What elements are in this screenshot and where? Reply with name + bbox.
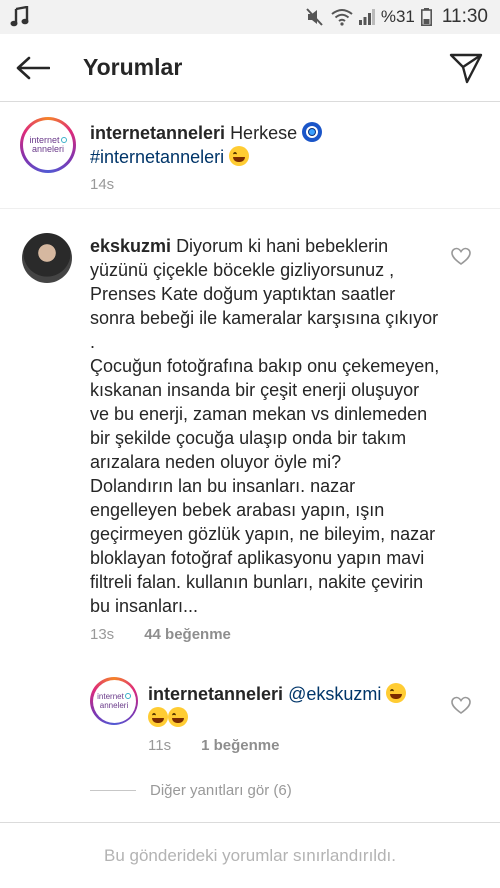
avatar[interactable]: internet anneleri xyxy=(20,117,76,173)
caption-text: internetanneleri Herkese #internetannele… xyxy=(90,121,480,169)
like-button[interactable] xyxy=(451,696,471,716)
laughing-emoji-icon xyxy=(386,683,407,703)
caption-username[interactable]: internetanneleri xyxy=(90,123,225,143)
comment-text: ekskuzmi Diyorum ki hani bebeklerin yüzü… xyxy=(90,234,440,618)
heart-outline-icon xyxy=(451,696,471,714)
like-button[interactable] xyxy=(451,247,471,267)
signal-icon xyxy=(358,9,375,25)
post-caption: internet anneleri internetanneleri Herke… xyxy=(0,103,500,209)
evil-eye-emoji-icon xyxy=(302,122,323,142)
restricted-text: Bu gönderideki yorumlar sınırlandırıldı. xyxy=(104,845,396,865)
laughing-emoji-icon xyxy=(148,707,168,727)
mute-icon xyxy=(306,8,323,26)
reply-username[interactable]: internetanneleri xyxy=(148,684,283,704)
clock: 11:30 xyxy=(441,6,488,27)
app-header: Yorumlar xyxy=(0,34,500,102)
music-note-icon xyxy=(10,6,29,27)
caption-meta: 14s xyxy=(90,176,114,193)
laughing-emoji-icon xyxy=(229,146,250,166)
reply-meta: 11s 1 beğenme xyxy=(148,737,279,754)
reply-text: internetanneleri @ekskuzmi xyxy=(148,682,438,730)
divider xyxy=(90,790,136,791)
reply-likes[interactable]: 1 beğenme xyxy=(201,737,279,754)
brand-logo: internet anneleri xyxy=(23,120,73,170)
comments-restricted-notice: Bu gönderideki yorumlar sınırlandırıldı. xyxy=(0,822,500,888)
comment-body: Diyorum ki hani bebeklerin yüzünü çiçekl… xyxy=(90,236,440,616)
back-button[interactable] xyxy=(0,34,66,102)
view-more-replies[interactable]: Diğer yanıtları gör (6) xyxy=(90,782,292,799)
comment-username[interactable]: ekskuzmi xyxy=(90,236,171,256)
view-replies-label: Diğer yanıtları gör (6) xyxy=(150,782,292,799)
page-title: Yorumlar xyxy=(83,54,183,80)
battery-percent: %31 xyxy=(380,7,415,26)
share-button[interactable] xyxy=(446,48,486,88)
battery-icon xyxy=(420,8,432,26)
avatar[interactable]: internet anneleri xyxy=(90,677,138,725)
hashtag-link[interactable]: #internetanneleri xyxy=(90,147,224,167)
paper-plane-icon xyxy=(449,53,483,84)
wifi-icon xyxy=(331,9,353,26)
brand-logo: internet anneleri xyxy=(92,679,136,723)
comment-likes[interactable]: 44 beğenme xyxy=(144,626,231,643)
comment-time: 13s xyxy=(90,626,115,643)
heart-outline-icon xyxy=(451,247,471,265)
laughing-emoji-icon xyxy=(168,707,188,727)
mention-link[interactable]: @ekskuzmi xyxy=(288,684,381,704)
comment-meta: 13s 44 beğenme xyxy=(90,626,231,643)
avatar[interactable] xyxy=(22,233,72,283)
caption-body: Herkese xyxy=(230,123,298,143)
status-bar: %31 11:30 xyxy=(0,0,500,34)
arrow-left-icon xyxy=(16,56,50,79)
reply-time: 11s xyxy=(148,737,172,754)
caption-time: 14s xyxy=(90,176,115,193)
